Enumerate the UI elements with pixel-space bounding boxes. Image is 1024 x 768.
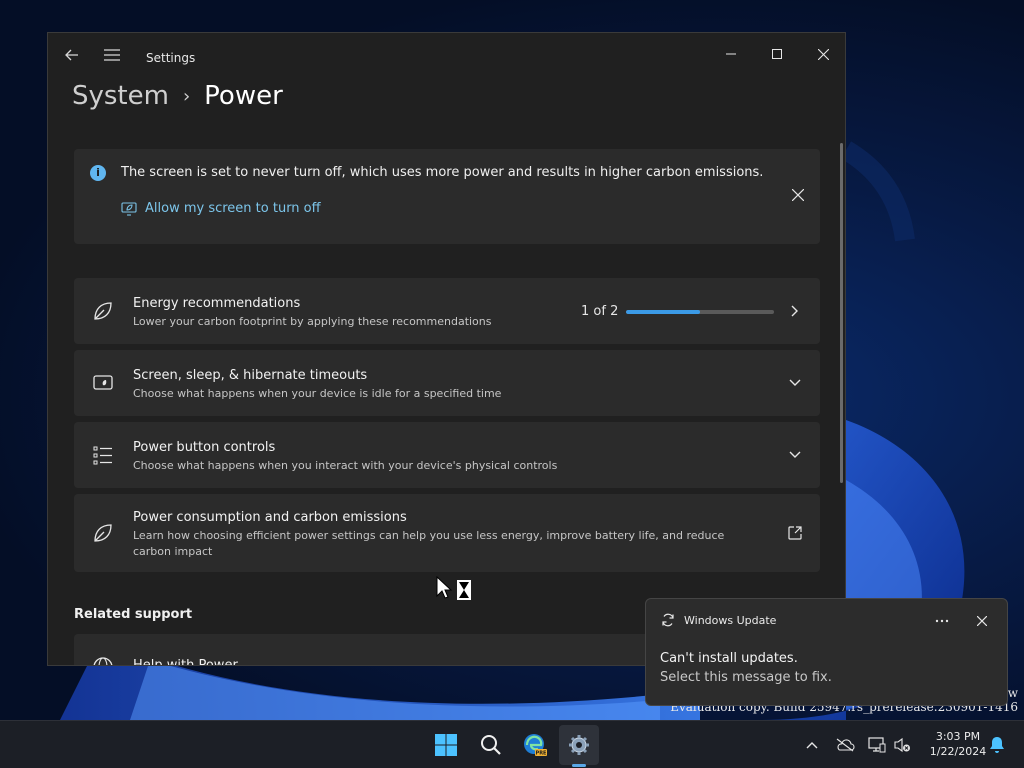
chevron-down-icon [786, 446, 804, 464]
minimize-icon [726, 53, 736, 55]
info-icon: i [90, 165, 106, 181]
more-options-icon [935, 619, 949, 623]
allow-screen-off-link-label: Allow my screen to turn off [145, 201, 321, 216]
progress-bar-fill [626, 310, 700, 314]
settings-taskbar-button[interactable] [559, 725, 599, 765]
notification-close-button[interactable] [970, 611, 994, 631]
progress-count: 1 of 2 [581, 304, 619, 319]
hamburger-icon [104, 49, 120, 61]
network-status-button[interactable] [865, 733, 889, 757]
busy-cursor-icon [436, 576, 471, 600]
search-button[interactable] [471, 725, 511, 765]
screen-sleep-subtitle: Choose what happens when your device is … [133, 387, 502, 400]
show-hidden-icons-button[interactable] [800, 733, 824, 757]
onedrive-status-button[interactable] [833, 733, 857, 757]
power-consumption-subtitle: Learn how choosing efficient power setti… [133, 529, 725, 558]
leaf-icon [94, 302, 112, 320]
back-arrow-icon [65, 49, 78, 61]
edge-preview-button[interactable]: PRE [515, 725, 555, 765]
page-title: Power [204, 81, 283, 111]
svg-text:PRE: PRE [536, 751, 548, 757]
chevron-down-icon [786, 374, 804, 392]
app-title: Settings [146, 51, 196, 65]
settings-window: Settings System › Power i The screen is … [47, 32, 846, 666]
breadcrumb: System › Power [72, 81, 283, 111]
energy-recommendations-card[interactable]: Energy recommendations Lower your carbon… [74, 278, 820, 344]
maximize-button[interactable] [754, 39, 800, 69]
notification-title: Can't install updates. [660, 651, 798, 666]
close-icon [977, 616, 987, 626]
maximize-icon [772, 49, 782, 59]
chevron-up-icon [806, 742, 818, 749]
info-message: The screen is set to never turn off, whi… [121, 165, 764, 180]
progress-bar [626, 310, 774, 314]
speaker-muted-icon [894, 737, 910, 753]
globe-icon [93, 657, 113, 665]
gear-icon [569, 735, 589, 755]
close-window-button[interactable] [800, 39, 845, 69]
power-button-controls-subtitle: Choose what happens when you interact wi… [133, 459, 558, 472]
screen-sleep-card[interactable]: Screen, sleep, & hibernate timeouts Choo… [74, 350, 820, 416]
screen-sleep-title: Screen, sleep, & hibernate timeouts [133, 368, 368, 383]
windows-logo-icon [435, 734, 457, 756]
breadcrumb-separator: › [182, 85, 191, 107]
start-button[interactable] [426, 725, 466, 765]
sync-icon [662, 613, 674, 627]
energy-recommendations-subtitle: Lower your carbon footprint by applying … [133, 315, 492, 328]
bell-icon [990, 737, 1004, 753]
chevron-right-icon [786, 302, 804, 320]
back-button[interactable] [58, 41, 86, 69]
network-monitor-icon [868, 737, 886, 753]
minimize-button[interactable] [708, 39, 754, 69]
taskbar: PRE 3:03 PM 1/22/2024 [0, 720, 1024, 768]
close-icon [792, 189, 804, 201]
open-external-icon [786, 524, 804, 542]
navigation-menu-button[interactable] [98, 41, 126, 69]
notification-more-button[interactable] [930, 611, 954, 631]
scrollbar-thumb[interactable] [840, 143, 843, 483]
active-app-indicator [572, 764, 586, 767]
related-support-heading: Related support [74, 607, 193, 622]
dismiss-info-button[interactable] [786, 183, 810, 207]
energy-recommendations-title: Energy recommendations [133, 296, 301, 311]
power-consumption-card[interactable]: Power consumption and carbon emissions L… [74, 494, 820, 572]
list-icon [93, 446, 112, 465]
close-icon [817, 48, 829, 60]
help-with-power-label: Help with Power [133, 658, 238, 666]
leaf-monitor-icon [121, 201, 137, 216]
breadcrumb-system[interactable]: System [72, 81, 169, 111]
power-button-controls-card[interactable]: Power button controls Choose what happen… [74, 422, 820, 488]
notification-app-name: Windows Update [684, 614, 777, 627]
cloud-offline-icon [836, 738, 855, 752]
notification-center-button[interactable] [985, 733, 1009, 757]
volume-status-button[interactable] [890, 733, 914, 757]
search-icon [481, 735, 501, 755]
screen-sleep-icon [93, 375, 113, 390]
power-consumption-title: Power consumption and carbon emissions [133, 510, 407, 525]
power-button-controls-title: Power button controls [133, 440, 276, 455]
edge-browser-icon: PRE [524, 734, 548, 757]
allow-screen-off-link[interactable]: Allow my screen to turn off [121, 201, 321, 216]
leaf-icon [94, 524, 112, 542]
windows-update-notification[interactable]: Windows Update Can't install updates. Se… [645, 598, 1008, 706]
notification-body: Select this message to fix. [660, 670, 832, 685]
info-bar: i The screen is set to never turn off, w… [74, 149, 820, 244]
